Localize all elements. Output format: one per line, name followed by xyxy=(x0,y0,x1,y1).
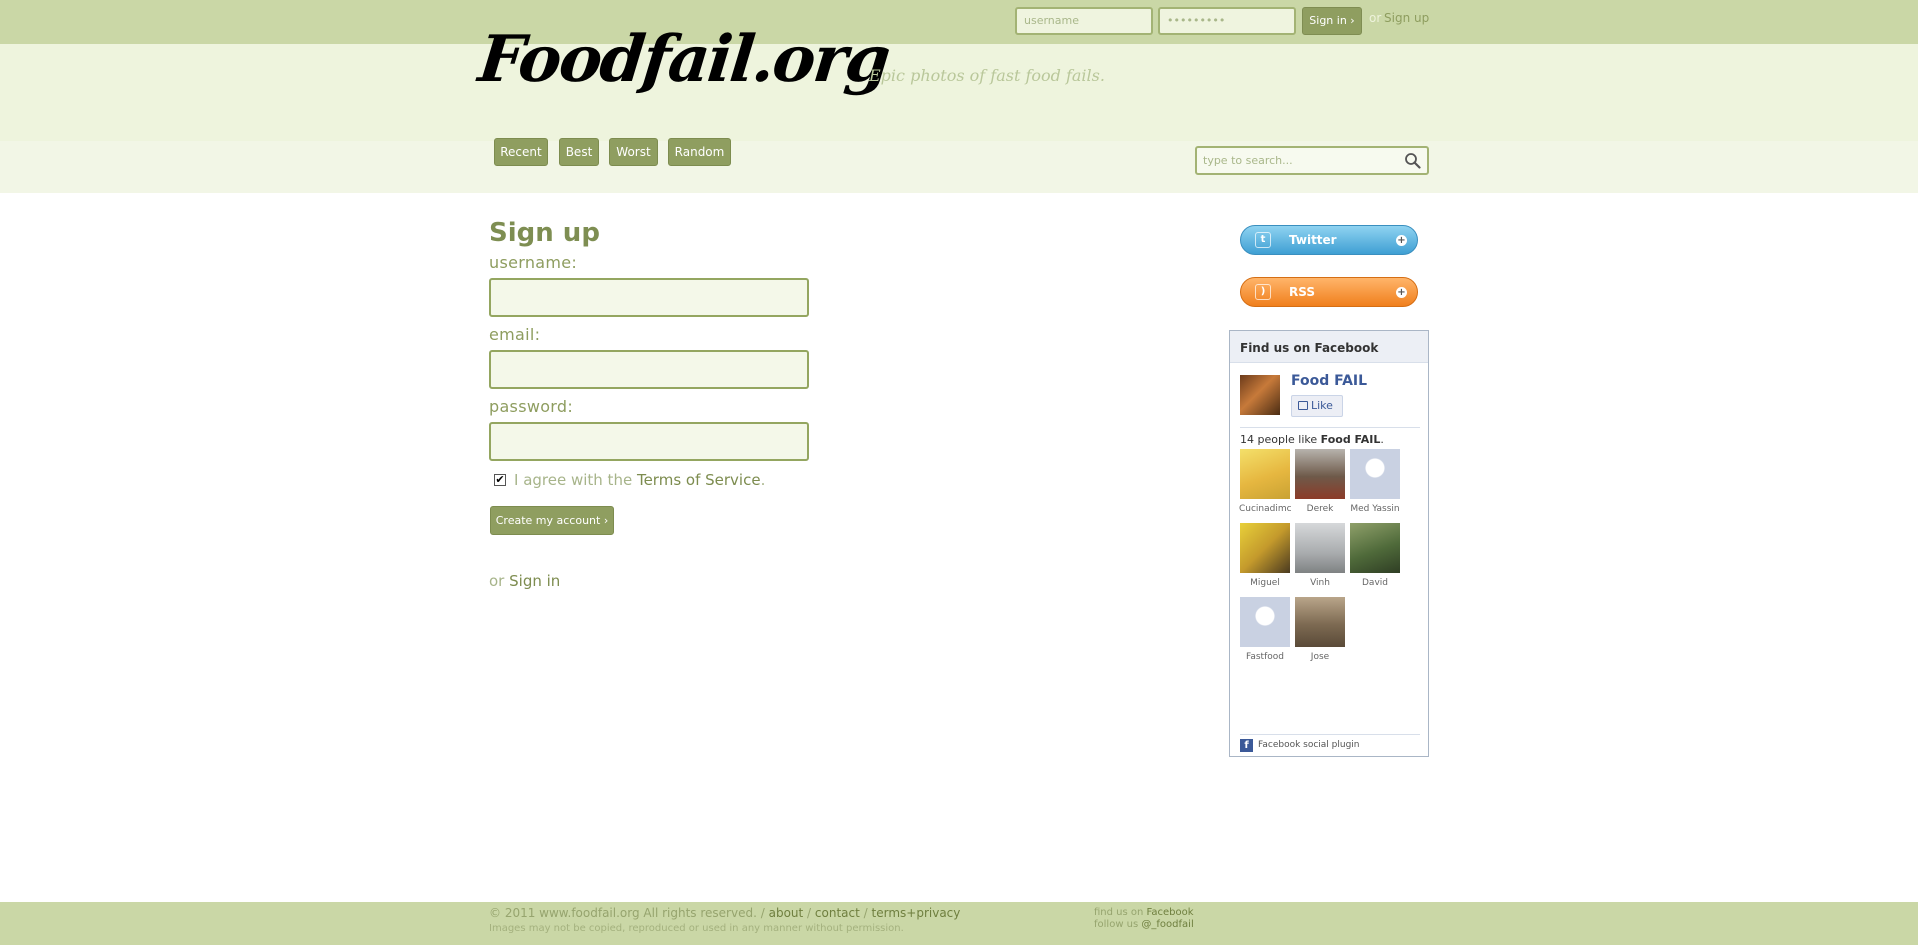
fan-item[interactable]: David xyxy=(1349,523,1401,588)
password-field[interactable] xyxy=(489,422,809,461)
signin-alternative: or Sign in xyxy=(489,572,560,590)
twitter-label: Twitter xyxy=(1289,233,1337,247)
site-logo[interactable]: Foodfail.org xyxy=(475,22,892,97)
fan-item[interactable]: Jose xyxy=(1294,597,1346,662)
facebook-icon: f xyxy=(1240,739,1253,752)
footer-terms-link[interactable]: terms+privacy xyxy=(872,906,961,920)
fan-item[interactable]: Cucinadimc xyxy=(1239,449,1291,514)
footer-find-us: find us on Facebook xyxy=(1094,907,1194,918)
signin-button[interactable]: Sign in › xyxy=(1302,7,1362,35)
copyright-text: © 2011 www.foodfail.org All rights reser… xyxy=(489,906,765,920)
fan-name: Cucinadimc xyxy=(1239,504,1291,514)
fan-item[interactable]: Derek xyxy=(1294,449,1346,514)
fan-name: Derek xyxy=(1306,504,1334,514)
footer-separator: / xyxy=(807,906,812,920)
footer-note: Images may not be copied, reproduced or … xyxy=(489,923,904,934)
like-count-prefix: 14 people like xyxy=(1240,433,1318,446)
rss-button[interactable]: ) RSS + xyxy=(1240,277,1418,307)
footer-copyright: © 2011 www.foodfail.org All rights reser… xyxy=(489,906,960,920)
agree-suffix: . xyxy=(760,471,766,489)
fan-name: Vinh xyxy=(1310,578,1330,588)
create-account-button[interactable]: Create my account › xyxy=(490,506,614,535)
facebook-social-plugin-link[interactable]: Facebook social plugin xyxy=(1258,740,1360,750)
fan-avatar[interactable] xyxy=(1240,449,1290,499)
search-box[interactable]: type to search... xyxy=(1195,146,1429,175)
search-input[interactable]: type to search... xyxy=(1203,148,1293,173)
follow-prefix: follow us xyxy=(1094,919,1139,930)
footer-separator: / xyxy=(863,906,868,920)
fan-avatar[interactable] xyxy=(1295,449,1345,499)
fan-name: Jose xyxy=(1310,652,1330,662)
fan-item[interactable]: Fastfood xyxy=(1239,597,1291,662)
top-bar xyxy=(0,0,1918,44)
fan-name: Med Yassin xyxy=(1350,504,1400,514)
facebook-box-title: Find us on Facebook xyxy=(1240,341,1379,355)
rss-label: RSS xyxy=(1289,285,1315,299)
fan-avatar[interactable] xyxy=(1350,449,1400,499)
twitter-button[interactable]: t Twitter + xyxy=(1240,225,1418,255)
header-nav-band xyxy=(0,141,1918,193)
rss-icon: ) xyxy=(1255,284,1271,300)
fan-avatar[interactable] xyxy=(1295,523,1345,573)
nav-recent[interactable]: Recent xyxy=(494,138,548,166)
divider xyxy=(1240,734,1420,735)
facebook-page-avatar[interactable] xyxy=(1240,375,1280,415)
top-or-text: or xyxy=(1369,11,1382,25)
search-icon[interactable] xyxy=(1404,152,1421,169)
page-title: Sign up xyxy=(489,218,600,248)
facebook-like-box: Find us on Facebook Food FAIL Like 14 pe… xyxy=(1229,330,1429,757)
password-label: password: xyxy=(489,397,574,416)
nav-best[interactable]: Best xyxy=(559,138,599,166)
fan-avatar[interactable] xyxy=(1350,523,1400,573)
facebook-page-name[interactable]: Food FAIL xyxy=(1291,373,1367,389)
terms-checkbox[interactable]: ✔ xyxy=(494,474,506,486)
nav-worst[interactable]: Worst xyxy=(609,138,658,166)
login-username-input[interactable]: username xyxy=(1015,7,1153,35)
thumbs-up-icon xyxy=(1298,401,1308,410)
fan-name: Fastfood xyxy=(1246,652,1284,662)
like-label: Like xyxy=(1311,399,1333,412)
facebook-like-button[interactable]: Like xyxy=(1291,395,1343,417)
fan-name: Miguel xyxy=(1250,578,1280,588)
find-prefix: find us on xyxy=(1094,907,1144,918)
username-label: username: xyxy=(489,253,578,272)
footer-facebook-link[interactable]: Facebook xyxy=(1147,907,1194,918)
fan-item[interactable]: Miguel xyxy=(1239,523,1291,588)
twitter-icon: t xyxy=(1255,232,1271,248)
username-field[interactable] xyxy=(489,278,809,317)
top-signup-link[interactable]: Sign up xyxy=(1384,11,1429,25)
fan-avatar[interactable] xyxy=(1240,597,1290,647)
footer-about-link[interactable]: about xyxy=(769,906,804,920)
footer-contact-link[interactable]: contact xyxy=(815,906,860,920)
footer-twitter-link[interactable]: @_foodfail xyxy=(1141,919,1193,930)
email-field[interactable] xyxy=(489,350,809,389)
site-tagline: Epic photos of fast food fails. xyxy=(869,66,1105,85)
agree-prefix: I agree with the xyxy=(514,471,633,489)
or-text: or xyxy=(489,572,505,590)
fan-avatar[interactable] xyxy=(1240,523,1290,573)
fan-avatar[interactable] xyxy=(1295,597,1345,647)
signin-link[interactable]: Sign in xyxy=(509,572,560,590)
divider xyxy=(1240,427,1420,428)
like-count-page: Food FAIL xyxy=(1320,433,1381,446)
fan-name: David xyxy=(1362,578,1388,588)
terms-agreement: I agree with the Terms of Service. xyxy=(514,471,765,489)
plus-icon: + xyxy=(1396,287,1407,298)
plus-icon: + xyxy=(1396,235,1407,246)
nav-random[interactable]: Random xyxy=(668,138,731,166)
fan-item[interactable]: Med Yassin xyxy=(1349,449,1401,514)
fan-item[interactable]: Vinh xyxy=(1294,523,1346,588)
like-count-suffix: . xyxy=(1380,433,1384,446)
facebook-box-header: Find us on Facebook xyxy=(1230,331,1428,363)
terms-of-service-link[interactable]: Terms of Service xyxy=(637,471,761,489)
email-label: email: xyxy=(489,325,541,344)
footer-follow-us: follow us @_foodfail xyxy=(1094,919,1194,930)
login-password-input[interactable]: ••••••••• xyxy=(1158,7,1296,35)
facebook-like-count: 14 people like Food FAIL. xyxy=(1240,433,1384,446)
